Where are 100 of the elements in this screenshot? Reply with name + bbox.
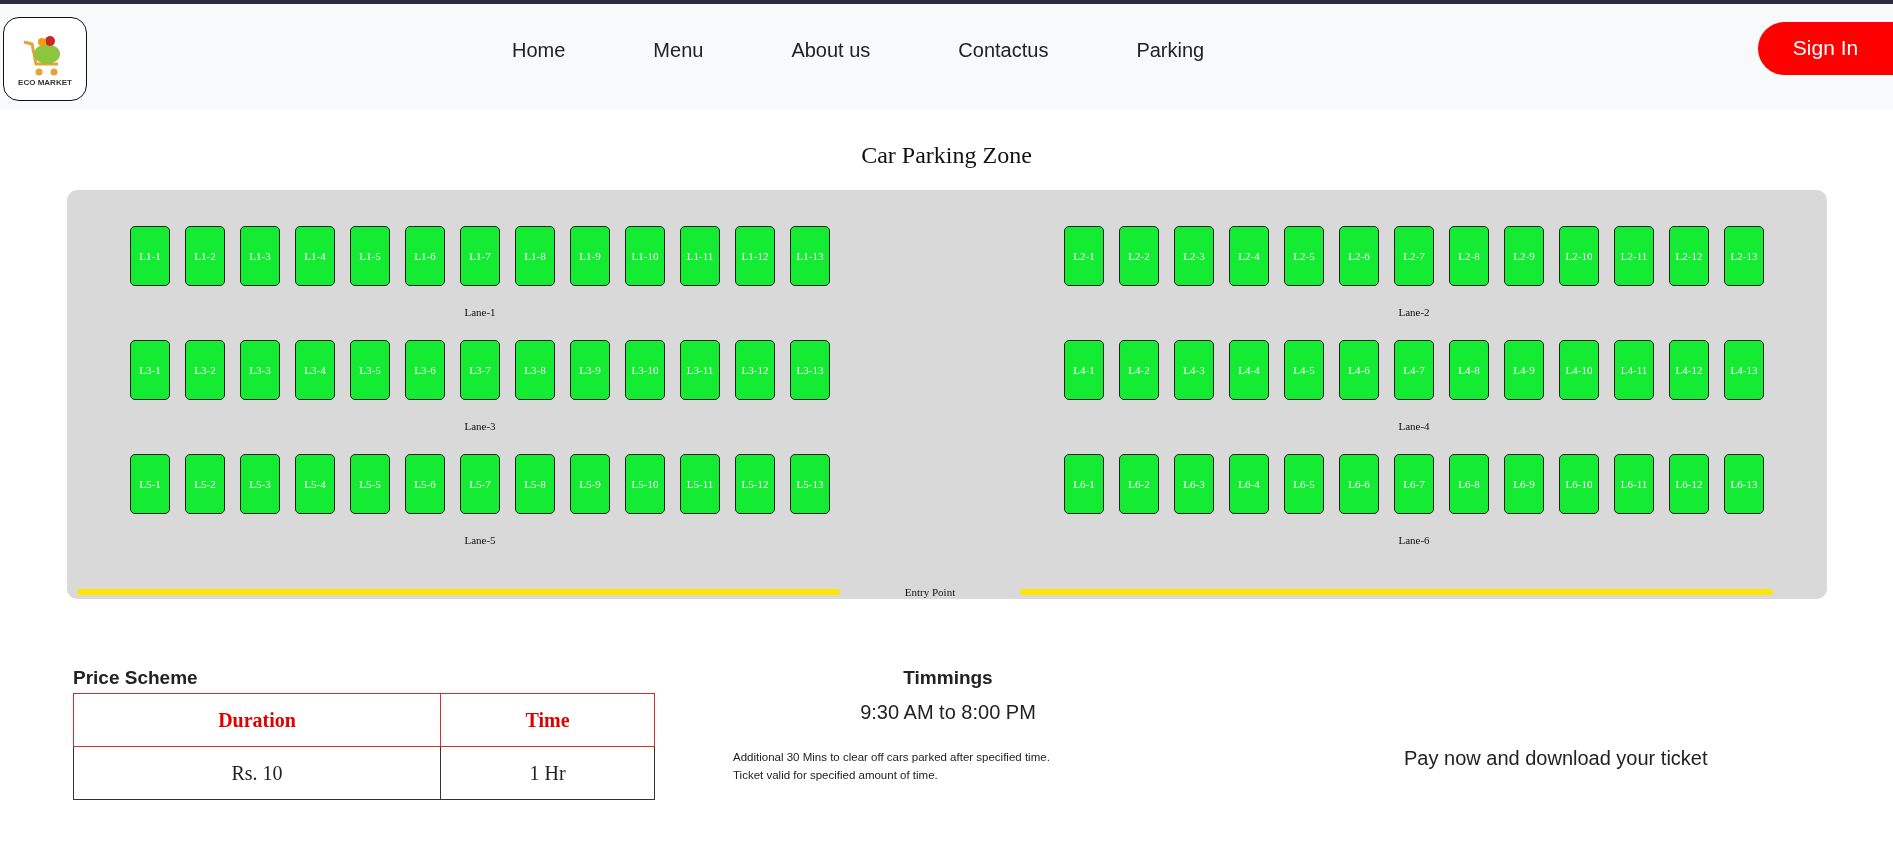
nav-link[interactable]: Parking xyxy=(1136,38,1205,62)
parking-slot[interactable]: L1-6 xyxy=(405,226,445,286)
entry-label: Entry Point xyxy=(903,586,957,598)
parking-slot[interactable]: L5-9 xyxy=(570,454,610,514)
sign-in-button[interactable]: Sign In xyxy=(1758,21,1893,75)
section-title: Price Scheme xyxy=(73,667,199,689)
parking-slot[interactable]: L2-12 xyxy=(1669,226,1709,286)
parking-slot[interactable]: L3-1 xyxy=(130,340,170,400)
parking-slot[interactable]: L4-12 xyxy=(1669,340,1709,400)
nav-link[interactable]: About us xyxy=(791,38,871,62)
parking-slot[interactable]: L3-8 xyxy=(515,340,555,400)
parking-slot[interactable]: L6-3 xyxy=(1174,454,1214,514)
parking-slot[interactable]: L1-5 xyxy=(350,226,390,286)
parking-slot[interactable]: L1-4 xyxy=(295,226,335,286)
parking-slot[interactable]: L4-13 xyxy=(1724,340,1764,400)
opening-hours: 9:30 AM to 8:00 PM xyxy=(859,701,1037,724)
parking-slot[interactable]: L6-11 xyxy=(1614,454,1654,514)
parking-slot[interactable]: L3-9 xyxy=(570,340,610,400)
parking-slot[interactable]: L3-3 xyxy=(240,340,280,400)
parking-slot[interactable]: L4-6 xyxy=(1339,340,1379,400)
column-header: Duration xyxy=(73,693,441,747)
parking-slot[interactable]: L4-5 xyxy=(1284,340,1324,400)
pay-text: Pay now and download your ticket xyxy=(1404,747,1709,770)
parking-slot[interactable]: L2-13 xyxy=(1724,226,1764,286)
parking-slot[interactable]: L2-11 xyxy=(1614,226,1654,286)
parking-slot[interactable]: L6-9 xyxy=(1504,454,1544,514)
parking-slot[interactable]: L5-3 xyxy=(240,454,280,514)
parking-slot[interactable]: L5-6 xyxy=(405,454,445,514)
parking-slot[interactable]: L1-8 xyxy=(515,226,555,286)
parking-slot[interactable]: L2-2 xyxy=(1119,226,1159,286)
parking-slot[interactable]: L1-11 xyxy=(680,226,720,286)
nav-link[interactable]: Home xyxy=(512,38,566,62)
parking-slot[interactable]: L5-13 xyxy=(790,454,830,514)
parking-slot[interactable]: L2-8 xyxy=(1449,226,1489,286)
parking-slot[interactable]: L6-10 xyxy=(1559,454,1599,514)
lane-label: Lane-4 xyxy=(1398,419,1430,433)
parking-slot[interactable]: L6-8 xyxy=(1449,454,1489,514)
parking-slot[interactable]: L5-1 xyxy=(130,454,170,514)
parking-slot[interactable]: L3-11 xyxy=(680,340,720,400)
nav-link[interactable]: Menu xyxy=(653,38,704,62)
parking-slot[interactable]: L1-9 xyxy=(570,226,610,286)
parking-slot[interactable]: L5-7 xyxy=(460,454,500,514)
parking-slot[interactable]: L4-8 xyxy=(1449,340,1489,400)
lane-label: Lane-1 xyxy=(464,305,496,319)
lane-label: Lane-3 xyxy=(464,419,496,433)
parking-slot[interactable]: L3-2 xyxy=(185,340,225,400)
parking-slot[interactable]: L4-4 xyxy=(1229,340,1269,400)
parking-slot[interactable]: L3-12 xyxy=(735,340,775,400)
parking-slot[interactable]: L6-12 xyxy=(1669,454,1709,514)
parking-slot[interactable]: L4-9 xyxy=(1504,340,1544,400)
note-text: Ticket valid for specified amount of time. xyxy=(733,768,939,783)
parking-slot[interactable]: L2-3 xyxy=(1174,226,1214,286)
page-title: Car Parking Zone xyxy=(860,142,1033,170)
logo-text: ECO MARKET xyxy=(18,77,72,87)
parking-slot[interactable]: L4-2 xyxy=(1119,340,1159,400)
parking-slot[interactable]: L6-13 xyxy=(1724,454,1764,514)
parking-slot[interactable]: L3-4 xyxy=(295,340,335,400)
parking-slot[interactable]: L4-1 xyxy=(1064,340,1104,400)
parking-slot[interactable]: L2-7 xyxy=(1394,226,1434,286)
parking-slot[interactable]: L6-1 xyxy=(1064,454,1104,514)
parking-slot[interactable]: L4-3 xyxy=(1174,340,1214,400)
parking-slot[interactable]: L5-2 xyxy=(185,454,225,514)
parking-slot[interactable]: L6-4 xyxy=(1229,454,1269,514)
parking-slot[interactable]: L1-13 xyxy=(790,226,830,286)
parking-slot[interactable]: L1-10 xyxy=(625,226,665,286)
parking-slot[interactable]: L2-6 xyxy=(1339,226,1379,286)
parking-slot[interactable]: L5-4 xyxy=(295,454,335,514)
parking-slot[interactable]: L3-7 xyxy=(460,340,500,400)
parking-slot[interactable]: L3-6 xyxy=(405,340,445,400)
parking-slot[interactable]: L4-11 xyxy=(1614,340,1654,400)
parking-slot[interactable]: L3-5 xyxy=(350,340,390,400)
nav-link[interactable]: Contactus xyxy=(958,38,1049,62)
parking-slot[interactable]: L6-7 xyxy=(1394,454,1434,514)
parking-slot[interactable]: L4-10 xyxy=(1559,340,1599,400)
parking-slot[interactable]: L5-5 xyxy=(350,454,390,514)
note-text: Additional 30 Mins to clear off cars parked after specified time. xyxy=(733,750,1051,765)
parking-slot[interactable]: L1-3 xyxy=(240,226,280,286)
parking-slot[interactable]: L5-8 xyxy=(515,454,555,514)
parking-slot[interactable]: L2-4 xyxy=(1229,226,1269,286)
parking-slot[interactable]: L5-12 xyxy=(735,454,775,514)
parking-slot[interactable]: L2-5 xyxy=(1284,226,1324,286)
parking-slot[interactable]: L6-5 xyxy=(1284,454,1324,514)
parking-slot[interactable]: L1-12 xyxy=(735,226,775,286)
parking-slot[interactable]: L3-13 xyxy=(790,340,830,400)
logo[interactable]: ECO MARKET xyxy=(3,17,87,101)
parking-slot[interactable]: L3-10 xyxy=(625,340,665,400)
table-cell: Rs. 10 xyxy=(73,746,441,800)
parking-slot[interactable]: L1-2 xyxy=(185,226,225,286)
lane-label: Lane-2 xyxy=(1398,305,1430,319)
parking-slot[interactable]: L2-10 xyxy=(1559,226,1599,286)
parking-slot[interactable]: L1-1 xyxy=(130,226,170,286)
parking-slot[interactable]: L2-9 xyxy=(1504,226,1544,286)
parking-slot[interactable]: L5-11 xyxy=(680,454,720,514)
parking-slot[interactable]: L1-7 xyxy=(460,226,500,286)
parking-slot[interactable]: L5-10 xyxy=(625,454,665,514)
parking-slot[interactable]: L2-1 xyxy=(1064,226,1104,286)
parking-slot[interactable]: L6-2 xyxy=(1119,454,1159,514)
parking-slot[interactable]: L4-7 xyxy=(1394,340,1434,400)
parking-slot[interactable]: L6-6 xyxy=(1339,454,1379,514)
column-header: Time xyxy=(440,693,655,747)
